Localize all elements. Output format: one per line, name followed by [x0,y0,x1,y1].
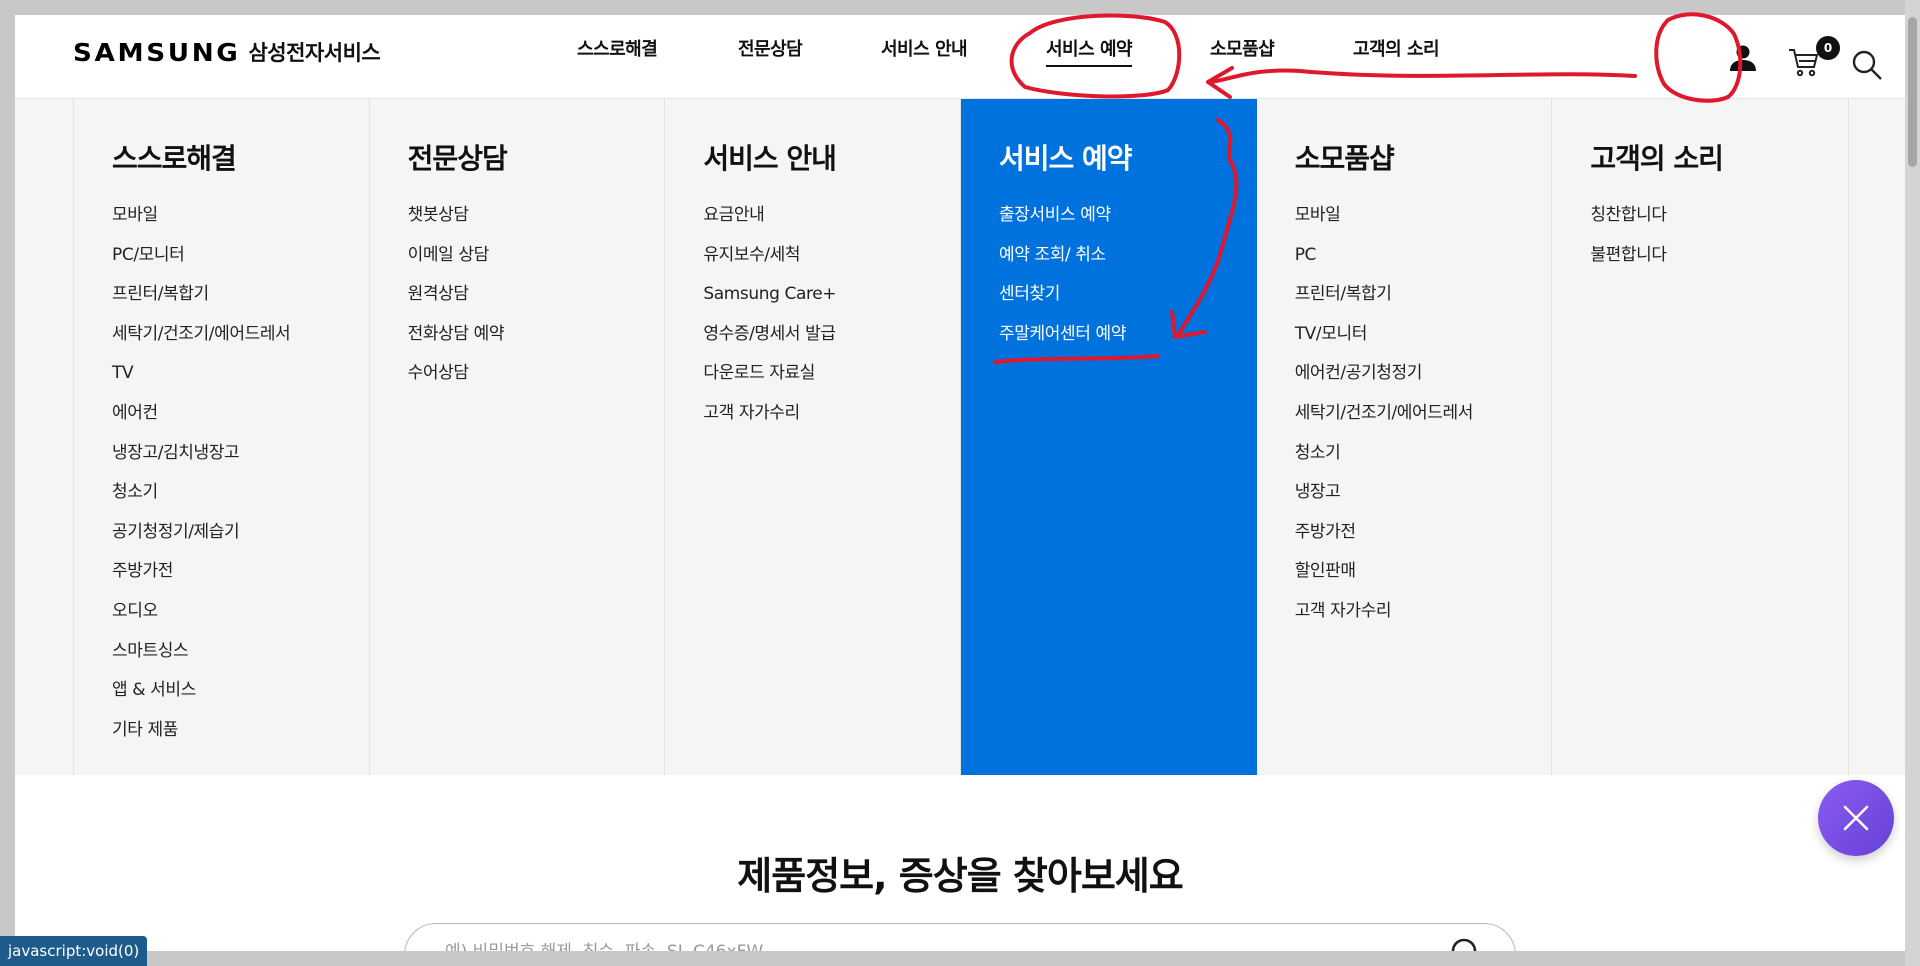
menu-column-self-solve: 스스로해결 모바일 PC/모니터 프린터/복합기 세탁기/건조기/에어드레서 T… [74,99,370,775]
menu-link[interactable]: 센터찾기 [999,282,1256,322]
menu-link[interactable]: 프린터/복합기 [1295,282,1552,322]
menu-link[interactable]: 냉장고/김치냉장고 [112,441,369,481]
menu-link[interactable]: PC/모니터 [112,243,369,283]
menu-link[interactable]: 세탁기/건조기/에어드레서 [1295,401,1552,441]
menu-link[interactable]: 세탁기/건조기/에어드레서 [112,322,369,362]
menu-link[interactable]: 수어상담 [408,361,665,401]
menu-link[interactable]: 챗봇상담 [408,203,665,243]
menu-column-title[interactable]: 고객의 소리 [1590,137,1848,177]
menu-link[interactable]: 불편합니다 [1590,243,1848,283]
menu-column-title[interactable]: 소모품샵 [1295,137,1552,177]
menu-column-title[interactable]: 서비스 예약 [999,137,1256,177]
menu-column-service-reservation: 서비스 예약 출장서비스 예약 예약 조회/ 취소 센터찾기 주말케어센터 예약 [961,99,1257,775]
menu-link[interactable]: Samsung Care+ [703,282,960,322]
search-submit-icon[interactable] [1449,936,1485,951]
mega-menu: 스스로해결 모바일 PC/모니터 프린터/복합기 세탁기/건조기/에어드레서 T… [15,99,1905,775]
browser-status-bar: javascript:void(0) [0,936,148,966]
menu-link[interactable]: 유지보수/세척 [703,243,960,283]
menu-link[interactable]: 요금안내 [703,203,960,243]
menu-link[interactable]: 칭찬합니다 [1590,203,1848,243]
user-icon[interactable] [1728,43,1758,73]
menu-link[interactable]: 모바일 [112,203,369,243]
cart-count-badge: 0 [1816,36,1840,60]
menu-link[interactable]: 프린터/복합기 [112,282,369,322]
close-menu-button[interactable] [1818,780,1894,856]
menu-column-customer-voice: 고객의 소리 칭찬합니다 불편합니다 [1552,99,1848,775]
menu-column-service-guide: 서비스 안내 요금안내 유지보수/세척 Samsung Care+ 영수증/명세… [665,99,962,775]
main-nav: 스스로해결 전문상담 서비스 안내 서비스 예약 소모품샵 고객의 소리 [15,35,1905,75]
menu-column-title[interactable]: 스스로해결 [112,137,369,177]
page: SAMSUNG 삼성전자서비스 스스로해결 전문상담 서비스 안내 서비스 예약… [15,15,1905,951]
menu-link[interactable]: 예약 조회/ 취소 [999,243,1256,283]
menu-link[interactable]: 할인판매 [1295,559,1552,599]
nav-item-self-solve[interactable]: 스스로해결 [577,35,658,61]
cart-icon[interactable] [1788,47,1820,77]
menu-link[interactable]: TV [112,361,369,401]
menu-link[interactable]: 다운로드 자료실 [703,361,960,401]
menu-link[interactable]: 에어컨 [112,401,369,441]
menu-link[interactable]: PC [1295,243,1552,283]
menu-column-title[interactable]: 서비스 안내 [703,137,960,177]
menu-link[interactable]: 원격상담 [408,282,665,322]
menu-link[interactable]: 주방가전 [1295,520,1552,560]
menu-link-weekend-care-reservation[interactable]: 주말케어센터 예약 [999,322,1256,362]
site-header: SAMSUNG 삼성전자서비스 스스로해결 전문상담 서비스 안내 서비스 예약… [15,15,1905,99]
menu-link[interactable]: TV/모니터 [1295,322,1552,362]
menu-link[interactable]: 공기청정기/제습기 [112,520,369,560]
menu-link[interactable]: 오디오 [112,599,369,639]
vertical-scrollbar[interactable] [1905,0,1920,966]
menu-link[interactable]: 이메일 상담 [408,243,665,283]
search-input[interactable] [445,938,1405,951]
menu-link[interactable]: 전화상담 예약 [408,322,665,362]
nav-item-service-guide[interactable]: 서비스 안내 [881,35,968,61]
menu-link[interactable]: 영수증/명세서 발급 [703,322,960,362]
close-icon [1843,805,1869,831]
nav-item-customer-voice[interactable]: 고객의 소리 [1353,35,1440,61]
search-box [404,923,1516,951]
menu-link[interactable]: 출장서비스 예약 [999,203,1256,243]
menu-link[interactable]: 주방가전 [112,559,369,599]
menu-link[interactable]: 에어컨/공기청정기 [1295,361,1552,401]
menu-link[interactable]: 앱 & 서비스 [112,678,369,718]
nav-item-consultation[interactable]: 전문상담 [738,35,803,61]
menu-column-consumables-shop: 소모품샵 모바일 PC 프린터/복합기 TV/모니터 에어컨/공기청정기 세탁기… [1257,99,1553,775]
menu-link[interactable]: 냉장고 [1295,480,1552,520]
search-icon[interactable] [1851,49,1883,81]
nav-item-consumables-shop[interactable]: 소모품샵 [1210,35,1275,61]
search-section-title: 제품정보, 증상을 찾아보세요 [737,854,1183,898]
menu-column-consultation: 전문상담 챗봇상담 이메일 상담 원격상담 전화상담 예약 수어상담 [370,99,666,775]
nav-item-service-reservation[interactable]: 서비스 예약 [1046,35,1133,67]
menu-link[interactable]: 청소기 [1295,441,1552,481]
product-search-section: 제품정보, 증상을 찾아보세요 [15,775,1905,951]
menu-link[interactable]: 스마트싱스 [112,639,369,679]
menu-link[interactable]: 모바일 [1295,203,1552,243]
menu-link[interactable]: 고객 자가수리 [1295,599,1552,639]
menu-column-title[interactable]: 전문상담 [408,137,665,177]
utility-menu: 0 [1705,35,1905,81]
menu-link[interactable]: 청소기 [112,480,369,520]
scrollbar-thumb[interactable] [1908,17,1917,167]
menu-link[interactable]: 고객 자가수리 [703,401,960,441]
menu-link[interactable]: 기타 제품 [112,718,369,758]
